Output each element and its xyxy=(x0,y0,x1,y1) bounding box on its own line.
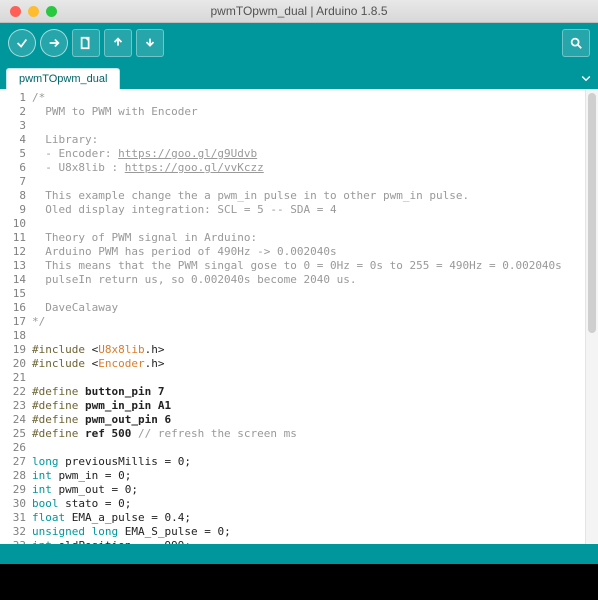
line-number: 8 xyxy=(0,189,32,203)
status-bar xyxy=(0,544,598,564)
toolbar xyxy=(0,23,598,63)
line-number: 7 xyxy=(0,175,32,189)
code-line[interactable]: Arduino PWM has period of 490Hz -> 0.002… xyxy=(32,245,585,259)
line-number: 13 xyxy=(0,259,32,273)
line-number: 26 xyxy=(0,441,32,455)
line-number: 17 xyxy=(0,315,32,329)
line-number: 32 xyxy=(0,525,32,539)
titlebar: pwmTOpwm_dual | Arduino 1.8.5 xyxy=(0,0,598,23)
console[interactable] xyxy=(0,564,598,600)
line-number: 4 xyxy=(0,133,32,147)
code-line[interactable]: This means that the PWM singal gose to 0… xyxy=(32,259,585,273)
code-line[interactable]: Theory of PWM signal in Arduino: xyxy=(32,231,585,245)
code-line[interactable] xyxy=(32,441,585,455)
code-line[interactable]: /* xyxy=(32,91,585,105)
code-line[interactable] xyxy=(32,119,585,133)
line-number: 16 xyxy=(0,301,32,315)
code-line[interactable]: bool stato = 0; xyxy=(32,497,585,511)
code-line[interactable]: #define ref 500 // refresh the screen ms xyxy=(32,427,585,441)
code-line[interactable]: long previousMillis = 0; xyxy=(32,455,585,469)
code-line[interactable]: Library: xyxy=(32,133,585,147)
code-line[interactable] xyxy=(32,371,585,385)
verify-button[interactable] xyxy=(8,29,36,57)
tab-sketch[interactable]: pwmTOpwm_dual xyxy=(6,68,120,89)
line-number: 31 xyxy=(0,511,32,525)
save-button[interactable] xyxy=(136,29,164,57)
code-line[interactable]: #define button_pin 7 xyxy=(32,385,585,399)
code-line[interactable]: */ xyxy=(32,315,585,329)
tab-menu-button[interactable] xyxy=(574,67,598,89)
upload-button[interactable] xyxy=(40,29,68,57)
editor-area: 1/*2 PWM to PWM with Encoder34 Library:5… xyxy=(0,89,598,544)
line-number: 12 xyxy=(0,245,32,259)
tab-bar: pwmTOpwm_dual xyxy=(0,63,598,89)
code-editor[interactable]: 1/*2 PWM to PWM with Encoder34 Library:5… xyxy=(0,89,585,544)
code-line[interactable]: DaveCalaway xyxy=(32,301,585,315)
line-number: 24 xyxy=(0,413,32,427)
code-line[interactable]: - U8x8lib : https://goo.gl/vvKczz xyxy=(32,161,585,175)
app-window: pwmTOpwm_dual | Arduino 1.8.5 pwmTOpwm_d… xyxy=(0,0,598,600)
vertical-scrollbar[interactable] xyxy=(585,89,598,544)
line-number: 28 xyxy=(0,469,32,483)
close-icon[interactable] xyxy=(10,6,21,17)
line-number: 3 xyxy=(0,119,32,133)
zoom-icon[interactable] xyxy=(46,6,57,17)
line-number: 20 xyxy=(0,357,32,371)
code-line[interactable] xyxy=(32,217,585,231)
code-line[interactable]: unsigned long EMA_S_pulse = 0; xyxy=(32,525,585,539)
line-number: 11 xyxy=(0,231,32,245)
code-line[interactable]: #define pwm_out_pin 6 xyxy=(32,413,585,427)
code-line[interactable]: #include <Encoder.h> xyxy=(32,357,585,371)
code-line[interactable]: This example change the a pwm_in pulse i… xyxy=(32,189,585,203)
line-number: 10 xyxy=(0,217,32,231)
code-line[interactable] xyxy=(32,287,585,301)
code-line[interactable]: Oled display integration: SCL = 5 -- SDA… xyxy=(32,203,585,217)
line-number: 23 xyxy=(0,399,32,413)
code-line[interactable]: int pwm_out = 0; xyxy=(32,483,585,497)
link[interactable]: https://goo.gl/g9Udvb xyxy=(118,147,257,160)
code-line[interactable]: - Encoder: https://goo.gl/g9Udvb xyxy=(32,147,585,161)
minimize-icon[interactable] xyxy=(28,6,39,17)
line-number: 19 xyxy=(0,343,32,357)
new-button[interactable] xyxy=(72,29,100,57)
line-number: 18 xyxy=(0,329,32,343)
line-number: 9 xyxy=(0,203,32,217)
code-line[interactable]: int oldPosition = -999; xyxy=(32,539,585,544)
line-number: 1 xyxy=(0,91,32,105)
line-number: 30 xyxy=(0,497,32,511)
line-number: 6 xyxy=(0,161,32,175)
code-line[interactable] xyxy=(32,175,585,189)
line-number: 33 xyxy=(0,539,32,544)
code-line[interactable] xyxy=(32,329,585,343)
open-button[interactable] xyxy=(104,29,132,57)
scrollbar-thumb[interactable] xyxy=(588,93,596,333)
code-line[interactable]: pulseIn return us, so 0.002040s become 2… xyxy=(32,273,585,287)
line-number: 22 xyxy=(0,385,32,399)
line-number: 25 xyxy=(0,427,32,441)
code-line[interactable]: PWM to PWM with Encoder xyxy=(32,105,585,119)
line-number: 29 xyxy=(0,483,32,497)
code-line[interactable]: #define pwm_in_pin A1 xyxy=(32,399,585,413)
code-line[interactable]: int pwm_in = 0; xyxy=(32,469,585,483)
link[interactable]: https://goo.gl/vvKczz xyxy=(125,161,264,174)
line-number: 5 xyxy=(0,147,32,161)
line-number: 27 xyxy=(0,455,32,469)
code-line[interactable]: float EMA_a_pulse = 0.4; xyxy=(32,511,585,525)
line-number: 14 xyxy=(0,273,32,287)
window-title: pwmTOpwm_dual | Arduino 1.8.5 xyxy=(0,4,598,18)
line-number: 2 xyxy=(0,105,32,119)
window-controls xyxy=(0,6,57,17)
serial-monitor-button[interactable] xyxy=(562,29,590,57)
line-number: 21 xyxy=(0,371,32,385)
code-line[interactable]: #include <U8x8lib.h> xyxy=(32,343,585,357)
line-number: 15 xyxy=(0,287,32,301)
